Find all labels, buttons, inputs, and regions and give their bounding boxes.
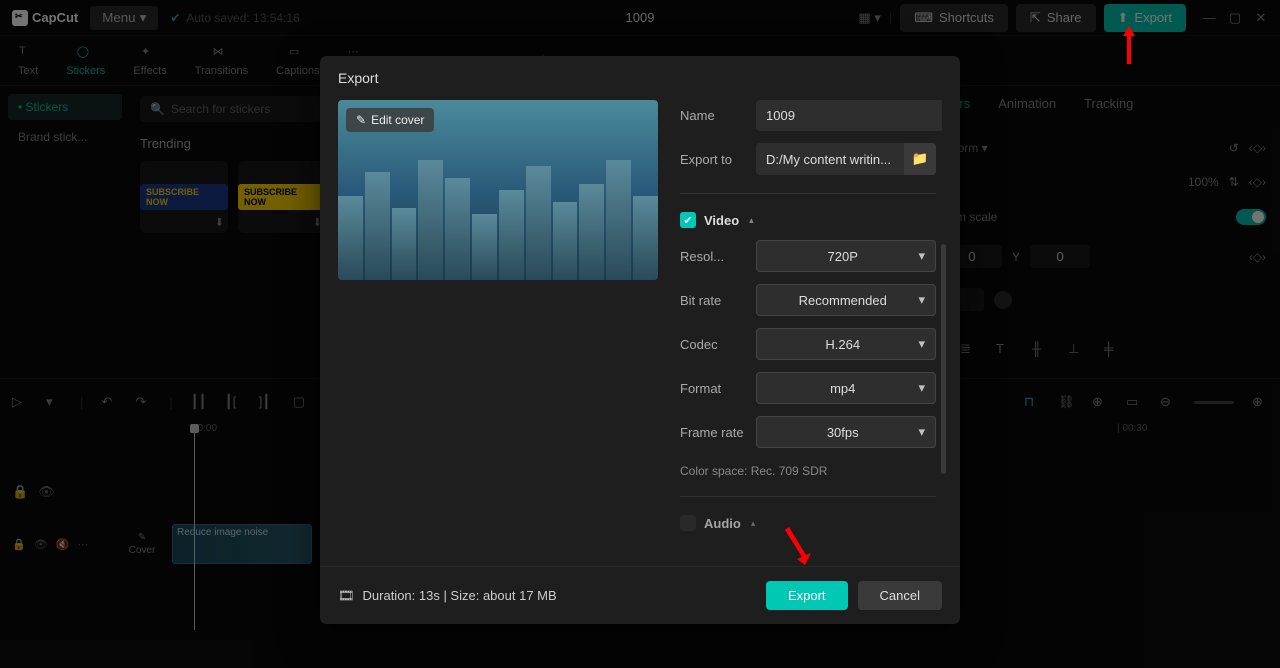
annotation-arrow-top xyxy=(1119,26,1139,64)
pencil-icon: ✎ xyxy=(356,113,366,127)
modal-scrollbar[interactable] xyxy=(941,244,946,474)
cover-preview: ✎ Edit cover xyxy=(338,100,658,280)
exportto-label: Export to xyxy=(680,152,746,167)
name-input[interactable] xyxy=(756,100,942,131)
export-info: 🎞 Duration: 13s | Size: about 17 MB xyxy=(338,588,557,604)
color-space-info: Color space: Rec. 709 SDR xyxy=(680,464,936,478)
name-label: Name xyxy=(680,108,746,123)
chevron-down-icon: ▾ xyxy=(918,292,925,308)
edit-cover-button[interactable]: ✎ Edit cover xyxy=(346,108,434,132)
chevron-down-icon: ▾ xyxy=(918,336,925,352)
bitrate-select[interactable]: Recommended▾ xyxy=(756,284,936,316)
format-select[interactable]: mp4▾ xyxy=(756,372,936,404)
framerate-select[interactable]: 30fps▾ xyxy=(756,416,936,448)
collapse-icon[interactable]: ▴ xyxy=(749,215,754,226)
collapse-icon[interactable]: ▴ xyxy=(751,518,756,529)
film-icon: 🎞 xyxy=(338,588,355,604)
cancel-button[interactable]: Cancel xyxy=(858,581,942,610)
export-path: D:/My content writin... xyxy=(756,144,904,175)
audio-section-title: Audio xyxy=(704,516,741,531)
modal-title: Export xyxy=(320,56,960,100)
video-section-title: Video xyxy=(704,213,739,228)
format-label: Format xyxy=(680,381,746,396)
codec-label: Codec xyxy=(680,337,746,352)
framerate-label: Frame rate xyxy=(680,425,746,440)
codec-select[interactable]: H.264▾ xyxy=(756,328,936,360)
folder-icon: 📁 xyxy=(912,151,929,167)
chevron-down-icon: ▾ xyxy=(918,380,925,396)
audio-checkbox[interactable] xyxy=(680,515,696,531)
chevron-down-icon: ▾ xyxy=(918,248,925,264)
browse-folder-button[interactable]: 📁 xyxy=(904,143,936,175)
resolution-select[interactable]: 720P▾ xyxy=(756,240,936,272)
chevron-down-icon: ▾ xyxy=(918,424,925,440)
resolution-label: Resol... xyxy=(680,249,746,264)
annotation-arrow-bottom xyxy=(775,525,815,575)
export-modal: Export ✎ Edit cover Name Export to D: xyxy=(320,56,960,624)
export-confirm-button[interactable]: Export xyxy=(766,581,848,610)
video-checkbox[interactable]: ✔ xyxy=(680,212,696,228)
bitrate-label: Bit rate xyxy=(680,293,746,308)
